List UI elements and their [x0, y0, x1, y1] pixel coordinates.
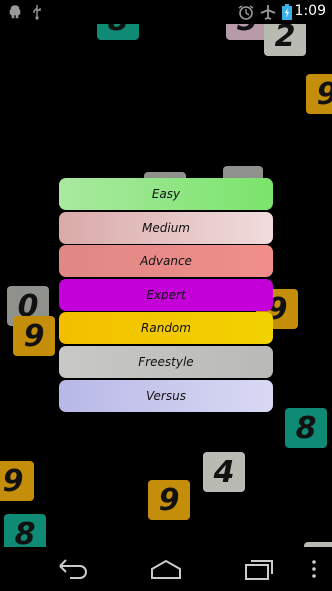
- navigation-bar: [0, 547, 332, 591]
- digit-tile: 9: [306, 74, 332, 114]
- freestyle-button[interactable]: Freestyle: [59, 345, 273, 378]
- usb-icon: [33, 5, 41, 20]
- random-button[interactable]: Random: [59, 312, 273, 345]
- home-icon[interactable]: [148, 557, 184, 581]
- alarm-icon: [238, 5, 254, 20]
- digit-tile: 8: [97, 24, 139, 40]
- digit-tile: 4: [203, 452, 245, 492]
- digit-tile: 9: [148, 480, 190, 520]
- game-mode-menu: Easy Medium Advance Expert Random Freest…: [59, 178, 273, 413]
- easy-button[interactable]: Easy: [59, 178, 273, 210]
- expert-button[interactable]: Expert: [59, 278, 273, 311]
- recent-apps-icon[interactable]: [242, 557, 276, 581]
- advance-button[interactable]: Advance: [59, 245, 273, 278]
- versus-button[interactable]: Versus: [59, 379, 273, 412]
- digit-tile: 8: [4, 514, 46, 547]
- digit-tile: 8: [285, 408, 327, 448]
- status-bar: 1:09: [0, 0, 332, 24]
- android-debug-icon: [9, 5, 21, 19]
- overflow-menu-icon[interactable]: [310, 557, 318, 581]
- digit-tile: 5: [226, 24, 268, 40]
- battery-charging-icon: [282, 4, 292, 20]
- medium-button[interactable]: Medium: [59, 211, 273, 244]
- digit-tile: 9: [0, 461, 34, 501]
- digit-tile: 9: [13, 316, 55, 356]
- airplane-mode-icon: [260, 5, 276, 20]
- digit-tile: 2: [264, 24, 306, 56]
- back-icon[interactable]: [56, 557, 90, 581]
- clock-text: 1:09: [294, 3, 326, 19]
